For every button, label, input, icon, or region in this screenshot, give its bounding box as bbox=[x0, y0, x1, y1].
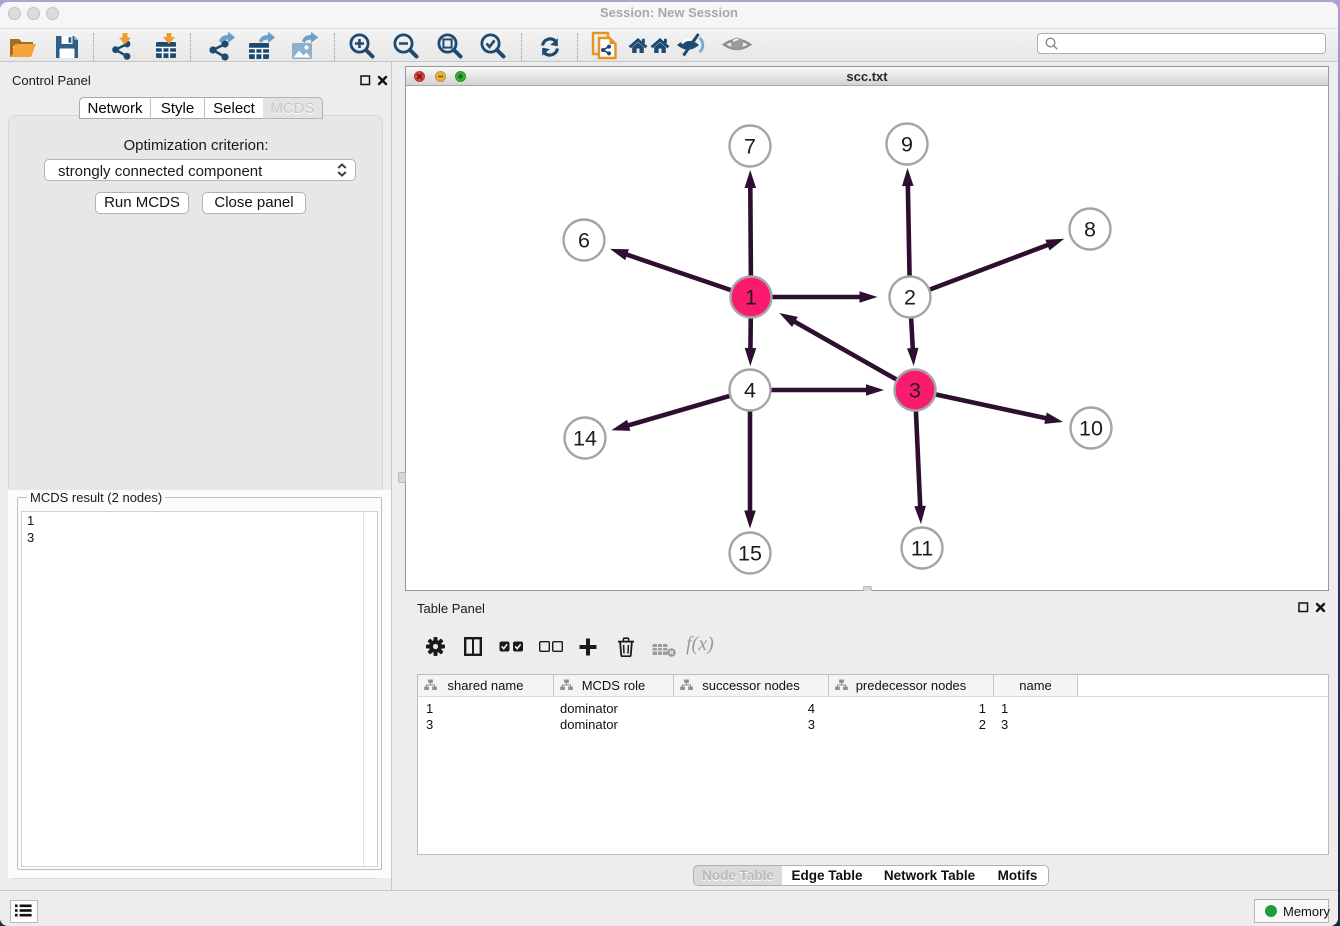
svg-text:4: 4 bbox=[744, 379, 756, 403]
svg-text:1: 1 bbox=[745, 286, 757, 310]
svg-text:6: 6 bbox=[578, 229, 590, 253]
svg-text:15: 15 bbox=[738, 542, 762, 566]
svg-text:8: 8 bbox=[1084, 218, 1096, 242]
svg-text:9: 9 bbox=[901, 133, 913, 157]
svg-text:2: 2 bbox=[904, 286, 916, 310]
svg-text:10: 10 bbox=[1079, 417, 1103, 441]
svg-text:11: 11 bbox=[911, 537, 933, 561]
svg-text:7: 7 bbox=[744, 135, 756, 159]
svg-text:14: 14 bbox=[573, 427, 597, 451]
svg-text:3: 3 bbox=[909, 379, 921, 403]
